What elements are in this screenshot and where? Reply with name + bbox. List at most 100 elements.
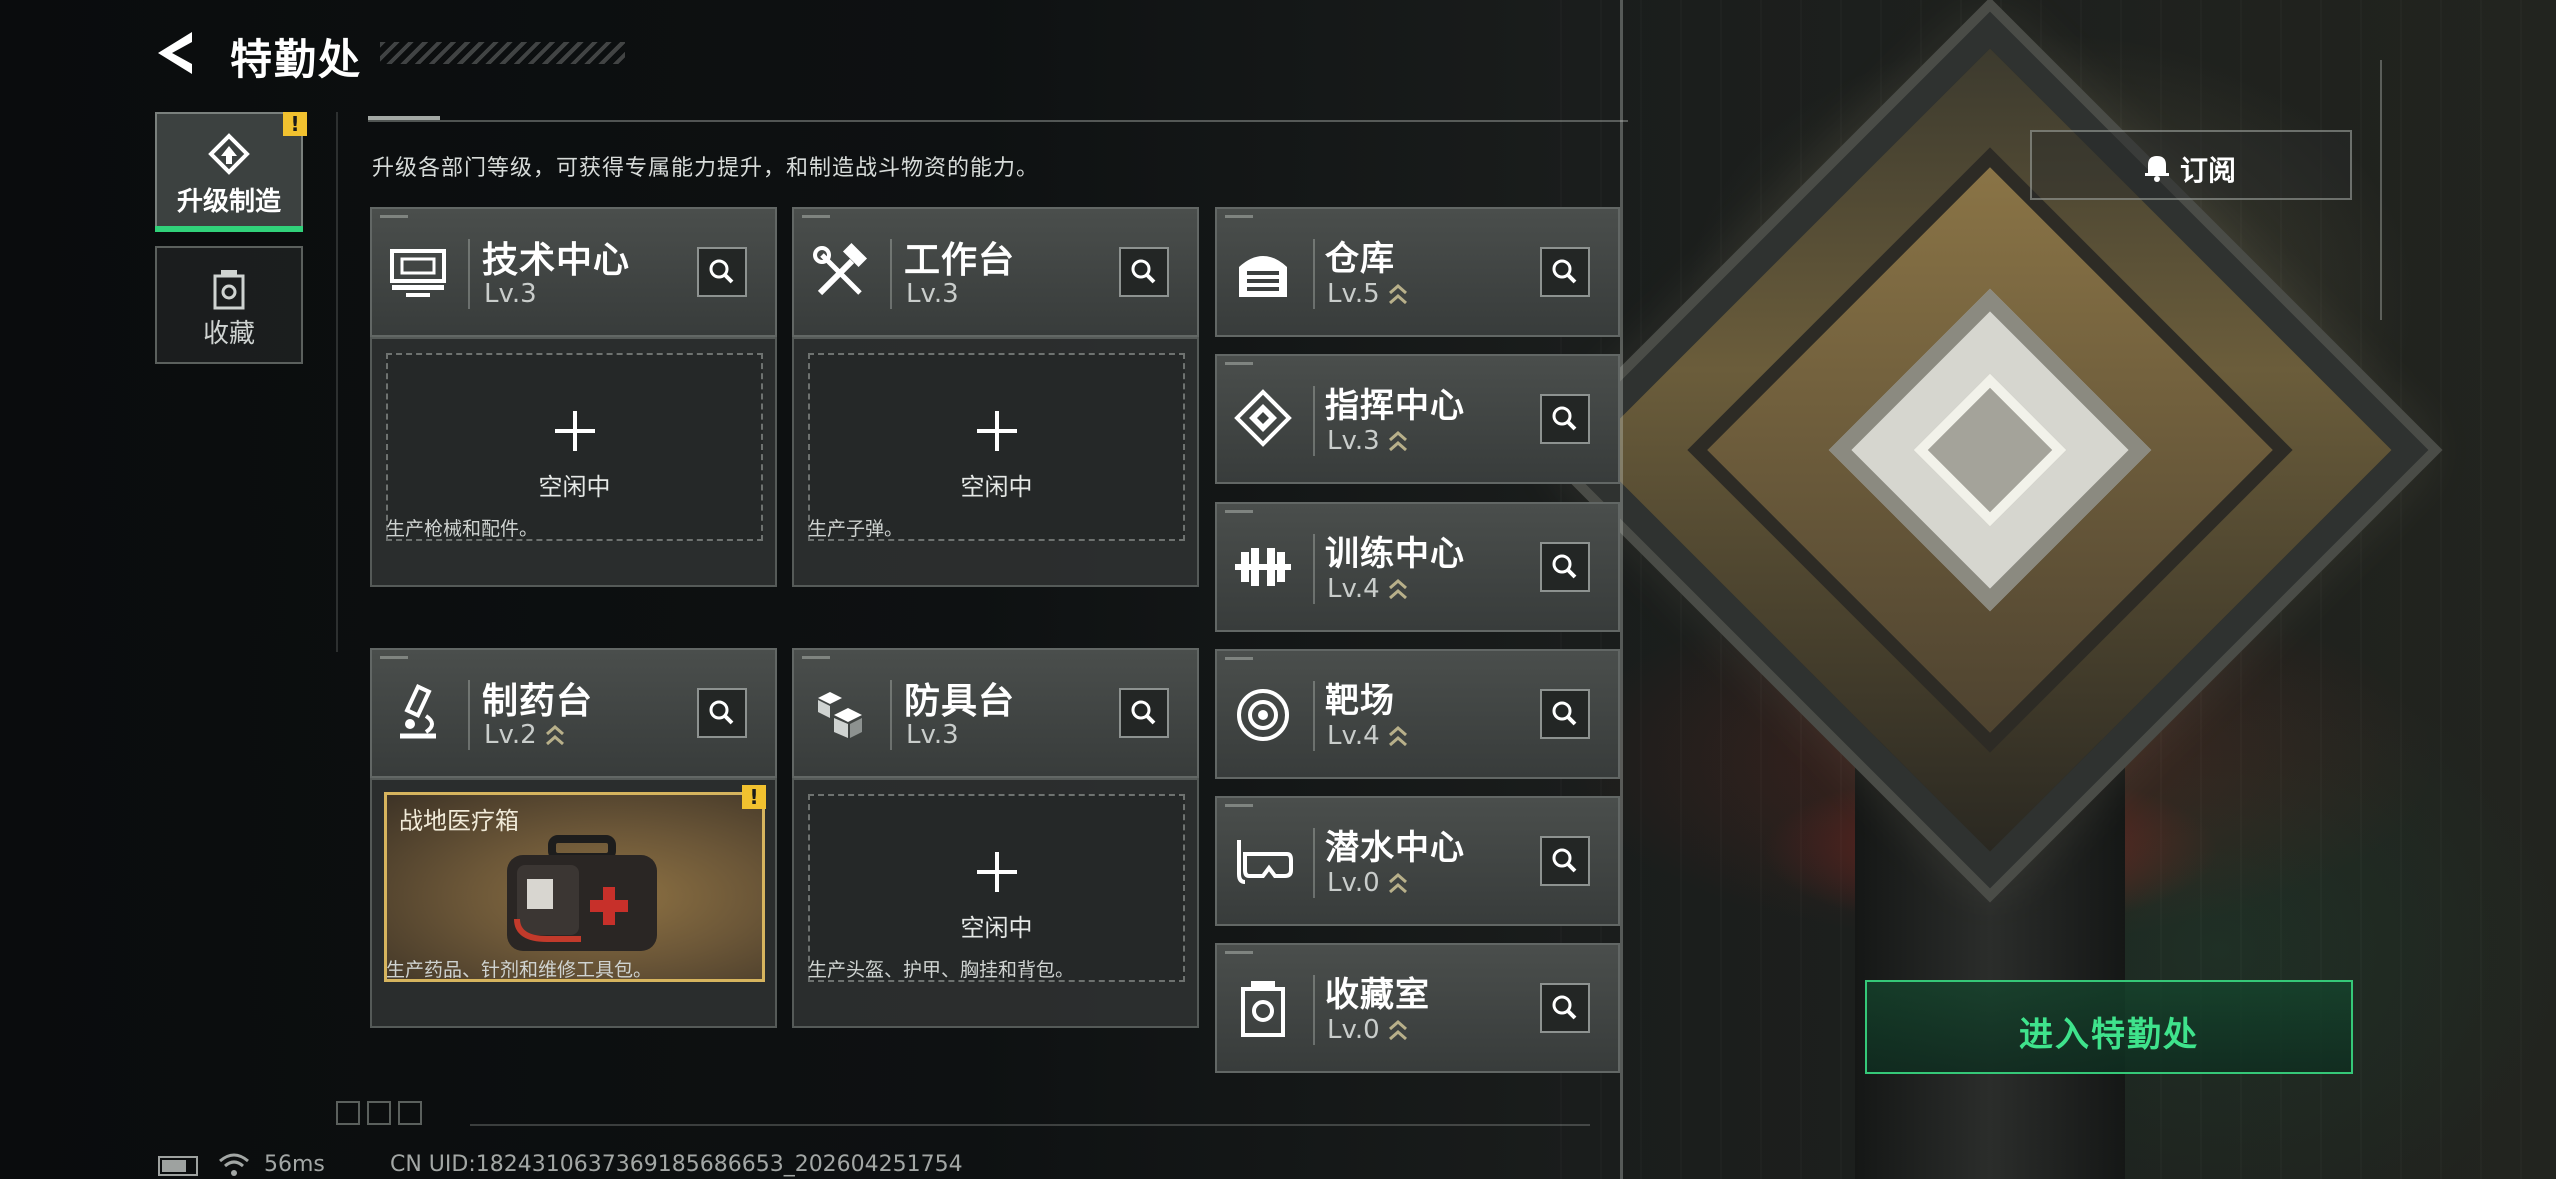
header-divider bbox=[368, 120, 1628, 122]
enter-special-ops-button[interactable]: 进入特勤处 bbox=[1865, 980, 2353, 1074]
facility-card-warehouse[interactable]: 仓库 Lv.5 bbox=[1215, 207, 1620, 337]
warehouse-icon bbox=[1239, 256, 1287, 297]
alert-badge: ! bbox=[283, 112, 307, 136]
station-name: 工作台 bbox=[904, 240, 1016, 281]
facility-level: Lv.4 bbox=[1327, 574, 1380, 604]
upgradable-chevron-icon bbox=[1389, 579, 1407, 600]
slot-status: 空闲中 bbox=[960, 914, 1033, 942]
facility-card-command-center[interactable]: 指挥中心 Lv.3 bbox=[1215, 354, 1620, 484]
slot-status: 空闲中 bbox=[538, 473, 611, 501]
add-icon bbox=[976, 411, 1017, 451]
facility-name: 靶场 bbox=[1325, 681, 1395, 721]
station-card-tech-center[interactable]: 技术中心 Lv.3 bbox=[370, 207, 777, 337]
ping-text: 56ms bbox=[264, 1152, 325, 1177]
facility-name: 训练中心 bbox=[1325, 534, 1465, 574]
training-center-icon bbox=[1235, 548, 1291, 586]
station-body-tech-center: 空闲中 生产枪械和配件。 bbox=[370, 337, 777, 587]
search-icon bbox=[1552, 995, 1577, 1020]
search-button[interactable] bbox=[1119, 247, 1169, 297]
facility-level: Lv.3 bbox=[1327, 426, 1380, 456]
search-icon bbox=[709, 700, 734, 725]
tab-collection[interactable]: 收藏 bbox=[155, 246, 303, 364]
upgradable-chevron-icon bbox=[546, 725, 564, 746]
search-button[interactable] bbox=[1540, 836, 1590, 886]
collection-room-icon bbox=[1241, 981, 1285, 1037]
search-icon bbox=[1131, 700, 1156, 725]
tech-center-icon bbox=[390, 249, 446, 297]
station-body-pharmacy: 战地医疗箱 ! 生产药品、针剂和维修工具包。 bbox=[370, 778, 777, 1028]
add-icon bbox=[976, 852, 1017, 892]
search-button[interactable] bbox=[1540, 542, 1590, 592]
sidebar-divider bbox=[336, 112, 338, 652]
idle-slot[interactable]: 空闲中 bbox=[808, 353, 1185, 541]
facility-card-diving-center[interactable]: 潜水中心 Lv.0 bbox=[1215, 796, 1620, 926]
facility-level: Lv.5 bbox=[1327, 279, 1380, 309]
station-name: 技术中心 bbox=[482, 240, 631, 281]
search-button[interactable] bbox=[697, 688, 747, 738]
station-level: Lv.3 bbox=[906, 279, 959, 309]
search-button[interactable] bbox=[1540, 247, 1590, 297]
search-icon bbox=[1552, 701, 1577, 726]
facility-name: 潜水中心 bbox=[1325, 828, 1465, 868]
station-body-armor-bench: 空闲中 生产头盔、护甲、胸挂和背包。 bbox=[792, 778, 1199, 1028]
upgradable-chevron-icon bbox=[1389, 284, 1407, 305]
search-button[interactable] bbox=[1540, 394, 1590, 444]
search-button[interactable] bbox=[697, 247, 747, 297]
active-tab-indicator bbox=[155, 226, 303, 232]
wifi-icon bbox=[219, 1153, 249, 1176]
search-button[interactable] bbox=[1540, 983, 1590, 1033]
pharmacy-icon bbox=[400, 684, 436, 739]
search-button[interactable] bbox=[1119, 688, 1169, 738]
back-arrow-icon bbox=[158, 32, 192, 74]
station-card-armor-bench[interactable]: 防具台 Lv.3 bbox=[792, 648, 1199, 778]
crafting-slot-medkit[interactable]: 战地医疗箱 ! bbox=[384, 785, 766, 982]
diving-center-icon bbox=[1237, 840, 1293, 884]
tab-upgrade-craft[interactable]: 升级制造 ! bbox=[155, 112, 307, 232]
slot-status: 空闲中 bbox=[960, 473, 1033, 501]
collection-icon bbox=[213, 270, 245, 310]
subscribe-label: 订阅 bbox=[2180, 154, 2237, 187]
back-button[interactable] bbox=[152, 30, 202, 76]
page-title: 特勤处 bbox=[230, 35, 363, 84]
facility-name: 仓库 bbox=[1325, 239, 1395, 279]
battery-icon bbox=[158, 1156, 198, 1176]
station-level: Lv.3 bbox=[484, 279, 537, 309]
crafting-item-name: 战地医疗箱 bbox=[399, 807, 519, 835]
station-description: 生产子弹。 bbox=[808, 518, 904, 540]
shooting-range-icon bbox=[1237, 689, 1289, 741]
subscribe-button[interactable]: 订阅 bbox=[2030, 130, 2352, 200]
station-description: 生产枪械和配件。 bbox=[386, 518, 539, 540]
upgrade-icon bbox=[208, 133, 250, 175]
search-icon bbox=[709, 259, 734, 284]
upgradable-chevron-icon bbox=[1389, 873, 1407, 894]
facility-card-training-center[interactable]: 训练中心 Lv.4 bbox=[1215, 502, 1620, 632]
facility-card-collection-room[interactable]: 收藏室 Lv.0 bbox=[1215, 943, 1620, 1073]
search-icon bbox=[1552, 554, 1577, 579]
facility-card-shooting-range[interactable]: 靶场 Lv.4 bbox=[1215, 649, 1620, 779]
station-name: 防具台 bbox=[904, 681, 1016, 722]
tab-label: 收藏 bbox=[202, 319, 255, 349]
station-card-workbench[interactable]: 工作台 Lv.3 bbox=[792, 207, 1199, 337]
search-button[interactable] bbox=[1540, 689, 1590, 739]
station-description: 生产药品、针剂和维修工具包。 bbox=[386, 959, 653, 981]
uid-text: CN UID:1824310637369185686653_2026042517… bbox=[390, 1152, 963, 1177]
tab-label: 升级制造 bbox=[176, 187, 281, 217]
station-level: Lv.2 bbox=[484, 720, 537, 750]
add-icon bbox=[554, 411, 595, 451]
idle-slot[interactable]: 空闲中 bbox=[808, 794, 1185, 982]
armor-bench-icon bbox=[818, 692, 862, 738]
page-description: 升级各部门等级，可获得专属能力提升，和制造战斗物资的能力。 bbox=[372, 156, 1040, 181]
station-card-pharmacy[interactable]: 制药台 Lv.2 bbox=[370, 648, 777, 778]
medkit-image bbox=[507, 835, 657, 951]
upgradable-chevron-icon bbox=[1389, 726, 1407, 747]
facility-level: Lv.0 bbox=[1327, 1015, 1380, 1045]
facility-level: Lv.4 bbox=[1327, 721, 1380, 751]
idle-slot[interactable]: 空闲中 bbox=[386, 353, 763, 541]
station-description: 生产头盔、护甲、胸挂和背包。 bbox=[808, 959, 1075, 981]
enter-button-label: 进入特勤处 bbox=[2019, 1015, 2199, 1055]
search-icon bbox=[1552, 848, 1577, 873]
station-level: Lv.3 bbox=[906, 720, 959, 750]
facility-name: 指挥中心 bbox=[1325, 386, 1465, 426]
header-divider-accent bbox=[368, 116, 440, 120]
workbench-icon bbox=[813, 242, 868, 296]
